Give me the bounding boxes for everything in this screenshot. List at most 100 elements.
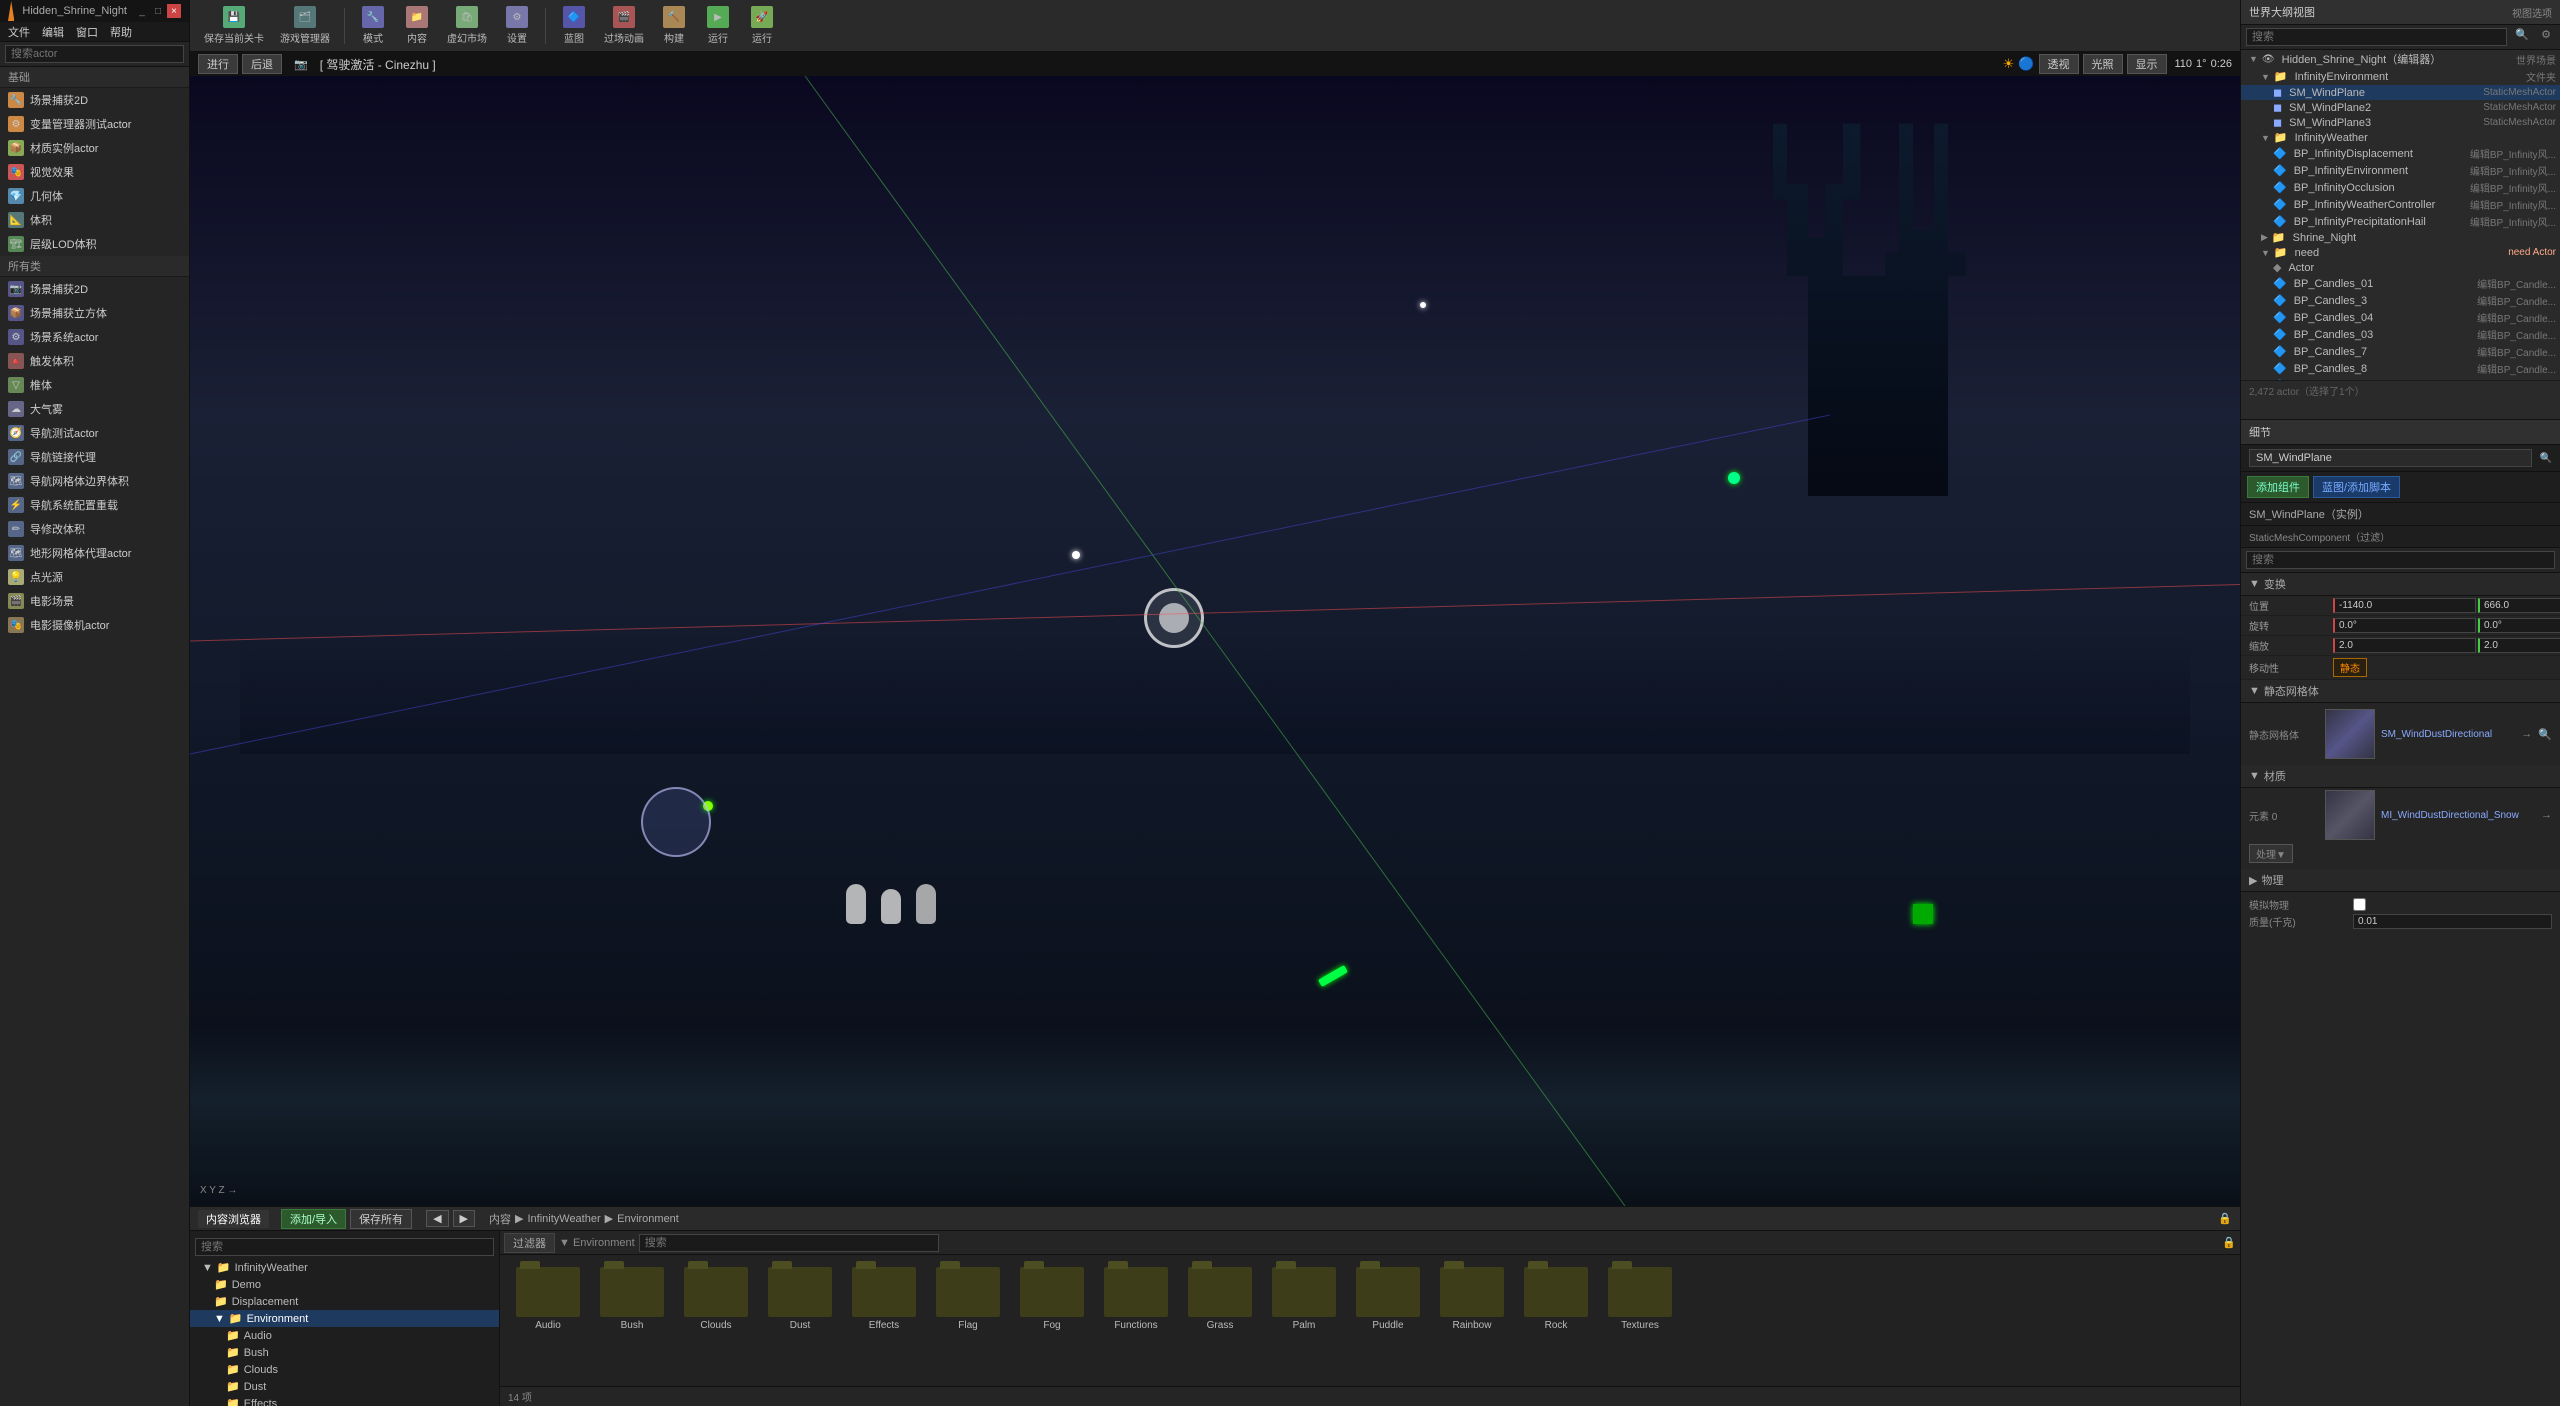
wo-item-bp-occlusion[interactable]: 🔷 BP_InfinityOcclusion 编辑BP_Infinity风... xyxy=(2241,179,2560,196)
scale-y-input[interactable] xyxy=(2478,638,2560,653)
scale-x-input[interactable] xyxy=(2333,638,2476,653)
cb-lock-icon[interactable]: 🔒 xyxy=(2218,1212,2232,1225)
actor-search-input[interactable] xyxy=(5,45,184,63)
sidebar-item-capturecube[interactable]: 📦 场景捕获立方体 xyxy=(0,301,189,325)
sidebar-item-volume[interactable]: 📐 体积 xyxy=(0,208,189,232)
wo-item-windplane[interactable]: ◼ SM_WindPlane StaticMeshActor xyxy=(2241,85,2560,100)
wo-settings-icon[interactable]: ⚙ xyxy=(2537,28,2555,46)
tree-item-bush[interactable]: 📁 Bush xyxy=(190,1344,499,1361)
physics-section-header[interactable]: ▶ 物理 xyxy=(2241,869,2560,892)
blueprint-script-button[interactable]: 蓝图/添加脚本 xyxy=(2313,476,2400,498)
tree-item-audio[interactable]: 📁 Audio xyxy=(190,1327,499,1344)
build-button[interactable]: 🔨 构建 xyxy=(654,3,694,48)
wo-item-windplane2[interactable]: ◼ SM_WindPlane2 StaticMeshActor xyxy=(2241,100,2560,115)
sidebar-item-var-manager[interactable]: ⚙ 变量管理器测试actor xyxy=(0,112,189,136)
static-mesh-section-header[interactable]: ▼ 静态网格体 xyxy=(2241,680,2560,703)
folder-item-flag[interactable]: Flag xyxy=(928,1263,1008,1335)
actor-name-input[interactable] xyxy=(2249,449,2532,467)
folder-item-puddle[interactable]: Puddle xyxy=(1348,1263,1428,1335)
wo-item-bp-env[interactable]: 🔷 BP_InfinityEnvironment 编辑BP_Infinity风.… xyxy=(2241,162,2560,179)
tree-item-clouds[interactable]: 📁 Clouds xyxy=(190,1361,499,1378)
folder-item-bush[interactable]: Bush xyxy=(592,1263,672,1335)
sidebar-item-fog[interactable]: ☁ 大气雾 xyxy=(0,397,189,421)
sidebar-item-scene-sys[interactable]: ⚙ 场景系统actor xyxy=(0,325,189,349)
sm-mesh-name[interactable]: SM_WindDustDirectional xyxy=(2381,729,2515,740)
tree-item-demo[interactable]: 📁 Demo xyxy=(190,1276,499,1293)
cb-lock-icon-2[interactable]: 🔒 xyxy=(2222,1236,2236,1249)
sidebar-item-navmod[interactable]: ✏ 导修改体积 xyxy=(0,517,189,541)
maximize-button[interactable]: □ xyxy=(151,4,165,18)
menu-help[interactable]: 帮助 xyxy=(110,24,132,40)
wo-item-candles04[interactable]: 🔷 BP_Candles_04 编辑BP_Candle... xyxy=(2241,309,2560,326)
sidebar-item-navmesh[interactable]: 🗺 导航网格体边界体积 xyxy=(0,469,189,493)
mode-button[interactable]: 🔧 模式 xyxy=(353,3,393,48)
wo-item-windplane3[interactable]: ◼ SM_WindPlane3 StaticMeshActor xyxy=(2241,115,2560,130)
sidebar-item-navconfig[interactable]: ⚡ 导航系统配置重载 xyxy=(0,493,189,517)
sidebar-item-cone[interactable]: ▽ 椎体 xyxy=(0,373,189,397)
sidebar-item-cinematic[interactable]: 🎬 电影场景 xyxy=(0,589,189,613)
sidebar-item-material[interactable]: 📦 材质实例actor xyxy=(0,136,189,160)
cb-file-search-input[interactable] xyxy=(639,1234,939,1252)
tree-item-infinityweather[interactable]: ▼ 📁 InfinityWeather xyxy=(190,1259,499,1276)
sm-arrow-icon[interactable]: → xyxy=(2521,728,2532,740)
cb-breadcrumb-infinity-weather[interactable]: InfinityWeather xyxy=(527,1213,600,1225)
save-level-button[interactable]: 💾 保存当前关卡 xyxy=(198,3,270,48)
cb-back-button[interactable]: ◀ xyxy=(426,1210,448,1227)
sidebar-item-navlink[interactable]: 🔗 导航链接代理 xyxy=(0,445,189,469)
folder-item-textures[interactable]: Textures xyxy=(1600,1263,1680,1335)
minimize-button[interactable]: _ xyxy=(135,4,149,18)
tree-item-environment[interactable]: ▼ 📁 Environment xyxy=(190,1310,499,1327)
sm-find-icon[interactable]: 🔍 xyxy=(2538,728,2552,741)
sidebar-item-cinecam[interactable]: 🎭 电影摄像机actor xyxy=(0,613,189,637)
wo-item-candles03[interactable]: 🔷 BP_Candles_03 编辑BP_Candle... xyxy=(2241,326,2560,343)
tree-item-effects[interactable]: 📁 Effects xyxy=(190,1395,499,1406)
cb-save-all-button[interactable]: 保存所有 xyxy=(350,1209,412,1229)
sidebar-item-lod[interactable]: 🏗 层级LOD体积 xyxy=(0,232,189,256)
viewport-mode-icon[interactable]: 🔵 xyxy=(2018,56,2034,72)
sidebar-item-trigger[interactable]: 🔺 触发体积 xyxy=(0,349,189,373)
sidebar-item-geometry[interactable]: 💎 几何体 xyxy=(0,184,189,208)
blueprint-button[interactable]: 🔷 蓝图 xyxy=(554,3,594,48)
wo-item-bp-precip[interactable]: 🔷 BP_InfinityPrecipitationHail 编辑BP_Infi… xyxy=(2241,213,2560,230)
viewport-light-icon[interactable]: ☀ xyxy=(2003,56,2015,72)
viewport-perspective-btn[interactable]: 透视 xyxy=(2039,54,2079,74)
rotation-x-input[interactable] xyxy=(2333,618,2476,633)
cb-forward-button[interactable]: ▶ xyxy=(453,1210,475,1227)
play-button[interactable]: ▶ 运行 xyxy=(698,3,738,48)
location-y-input[interactable] xyxy=(2478,598,2560,613)
sidebar-item-point-light[interactable]: 💡 点光源 xyxy=(0,565,189,589)
mass-input[interactable] xyxy=(2353,914,2552,929)
launch-button[interactable]: 🚀 运行 xyxy=(742,3,782,48)
folder-item-effects[interactable]: Effects xyxy=(844,1263,924,1335)
settings-button[interactable]: ⚙ 设置 xyxy=(497,3,537,48)
materials-section-header[interactable]: ▼ 材质 xyxy=(2241,765,2560,788)
wo-item-candles3[interactable]: 🔷 BP_Candles_3 编辑BP_Candle... xyxy=(2241,292,2560,309)
wo-item-bp-displacement[interactable]: 🔷 BP_InfinityDisplacement 编辑BP_Infinity风… xyxy=(2241,145,2560,162)
manage-button[interactable]: 🗂 游戏管理器 xyxy=(274,3,336,48)
wo-item-candles01[interactable]: 🔷 BP_Candles_01 编辑BP_Candle... xyxy=(2241,275,2560,292)
sidebar-item-transform-tool[interactable]: 🔧 场景捕获2D xyxy=(0,88,189,112)
folder-item-grass[interactable]: Grass xyxy=(1180,1263,1260,1335)
level-anim-button[interactable]: 🎬 过场动画 xyxy=(598,3,650,48)
folder-item-audio[interactable]: Audio xyxy=(508,1263,588,1335)
tree-item-dust[interactable]: 📁 Dust xyxy=(190,1378,499,1395)
close-button[interactable]: × xyxy=(167,4,181,18)
view-options-btn[interactable]: 视图选项 xyxy=(2512,5,2552,20)
menu-file[interactable]: 文件 xyxy=(8,24,30,40)
wo-item-candles8[interactable]: 🔷 BP_Candles_8 编辑BP_Candle... xyxy=(2241,360,2560,377)
menu-edit[interactable]: 编辑 xyxy=(42,24,64,40)
mobility-static-badge[interactable]: 静态 xyxy=(2333,658,2367,677)
cb-add-import-button[interactable]: 添加/导入 xyxy=(281,1209,346,1229)
rotation-y-input[interactable] xyxy=(2478,618,2560,633)
sidebar-item-navtest[interactable]: 🧭 导航测试actor xyxy=(0,421,189,445)
content-button[interactable]: 📁 内容 xyxy=(397,3,437,48)
folder-item-palm[interactable]: Palm xyxy=(1264,1263,1344,1335)
wo-item-need[interactable]: ▼ 📁 need need Actor xyxy=(2241,245,2560,260)
sidebar-item-capture2d[interactable]: 📷 场景捕获2D xyxy=(0,277,189,301)
viewport-show-btn[interactable]: 显示 xyxy=(2127,54,2167,74)
viewport-bg[interactable]: X Y Z → xyxy=(190,76,2240,1206)
folder-item-fog[interactable]: Fog xyxy=(1012,1263,1092,1335)
wo-search-input[interactable] xyxy=(2246,28,2507,46)
tree-item-displacement[interactable]: 📁 Displacement xyxy=(190,1293,499,1310)
folder-item-rock[interactable]: Rock xyxy=(1516,1263,1596,1335)
